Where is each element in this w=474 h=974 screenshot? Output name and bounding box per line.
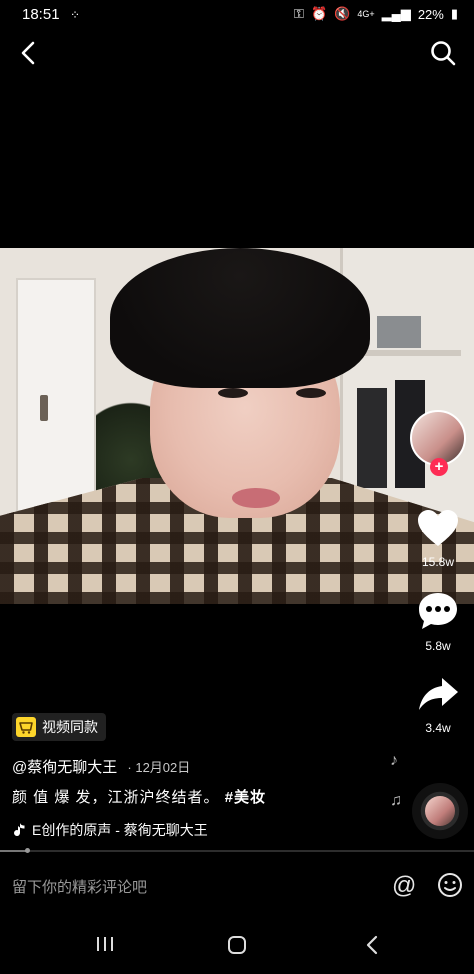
battery-icon: ▮ — [450, 6, 458, 21]
caption-hashtag[interactable]: #美妆 — [225, 789, 266, 806]
door-handle — [40, 395, 48, 421]
top-nav — [0, 30, 474, 78]
music-title: E创作的原声 - 蔡徇无聊大王 — [32, 822, 208, 838]
notification-icon: ⁘ — [70, 8, 81, 22]
video-progress-bar[interactable] — [0, 848, 474, 853]
back-button[interactable] — [14, 38, 44, 68]
music-note-icon: ♪ — [390, 752, 398, 769]
comment-bar: 留下你的精彩评论吧 @ — [0, 858, 474, 914]
home-icon[interactable] — [226, 934, 248, 956]
status-icons: ⚿ ⏰ 🔇 4G+ ▂▄▆ 22% ▮ — [294, 6, 458, 22]
music-disc[interactable] — [412, 783, 468, 839]
video-progress-fill — [0, 850, 29, 852]
status-bar: 18:51 ⁘ ⚿ ⏰ 🔇 4G+ ▂▄▆ 22% ▮ — [0, 0, 474, 30]
alarm-icon: ⏰ — [310, 6, 328, 21]
comment-count: 5.8w — [425, 639, 451, 653]
search-button[interactable] — [428, 38, 458, 68]
like-button[interactable]: 15.8w — [405, 508, 471, 569]
search-icon — [431, 41, 456, 66]
system-back-icon[interactable] — [362, 934, 382, 956]
status-time: 18:51 — [22, 6, 60, 23]
video-progress-knob[interactable] — [25, 848, 31, 853]
product-tag-button[interactable]: 视频同款 — [12, 713, 106, 741]
like-count: 15.8w — [421, 555, 455, 569]
battery-text: 22% — [417, 6, 444, 22]
share-button[interactable]: 3.4w — [405, 674, 471, 735]
video-caption: 颜 值 爆 发，江浙沪终结者。 #美妆 — [12, 786, 266, 807]
video-hair — [110, 248, 370, 388]
tiktok-note-icon — [14, 823, 25, 837]
video-eye — [218, 388, 248, 398]
caption-text: 颜 值 爆 发，江浙沪终结者。 — [12, 789, 220, 806]
video-mouth — [232, 488, 280, 508]
emoji-icon[interactable] — [437, 872, 463, 898]
comment-icon — [419, 593, 457, 629]
post-date: · 12月02日 — [127, 760, 191, 775]
network-type: 4G+ — [357, 9, 375, 19]
music-disc-cover — [425, 796, 455, 826]
comment-input[interactable]: 留下你的精彩评论吧 — [12, 876, 147, 897]
share-count: 3.4w — [425, 721, 451, 735]
key-icon: ⚿ — [294, 6, 304, 21]
music-note-icon: ♫ — [390, 792, 402, 809]
signal-icon: ▂▄▆ — [381, 6, 411, 21]
mute-icon: 🔇 — [334, 6, 351, 21]
author-line: @蔡徇无聊大王 · 12月02日 — [12, 756, 190, 777]
back-icon — [21, 41, 35, 65]
heart-icon — [418, 510, 458, 546]
recent-apps-icon[interactable] — [95, 934, 115, 954]
product-tag-label: 视频同款 — [42, 719, 98, 735]
follow-button[interactable]: + — [430, 458, 448, 476]
video-eye — [296, 388, 326, 398]
video-player[interactable] — [0, 248, 474, 604]
comment-button[interactable]: 5.8w — [405, 590, 471, 653]
video-door — [16, 278, 96, 512]
share-icon — [419, 678, 458, 710]
music-info[interactable]: E创作的原声 - 蔡徇无聊大王 — [12, 820, 208, 840]
wardrobe-coat — [357, 388, 387, 488]
product-cart-icon — [16, 717, 36, 737]
at-icon[interactable]: @ — [392, 872, 416, 900]
system-nav-bar — [0, 914, 474, 974]
wardrobe-shelf — [361, 350, 461, 356]
author-handle[interactable]: @蔡徇无聊大王 — [12, 759, 117, 776]
wardrobe-box — [377, 316, 421, 348]
author-avatar-button[interactable]: + — [410, 410, 466, 476]
